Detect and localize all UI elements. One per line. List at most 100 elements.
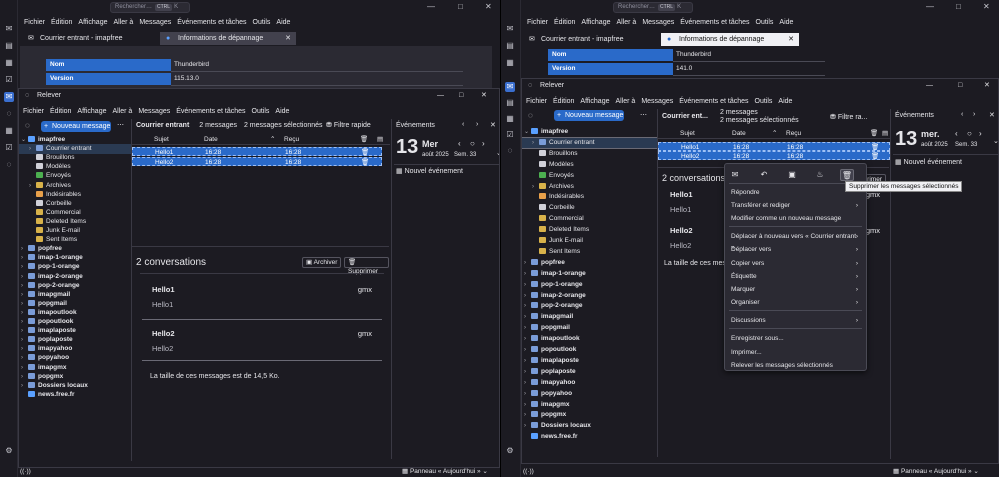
chat-icon[interactable]: ◌ <box>4 160 14 170</box>
chevron-right-icon[interactable]: › <box>524 258 531 268</box>
menu-outils[interactable]: Outils <box>252 108 270 115</box>
account-item[interactable]: › imap-1-orange <box>522 269 657 279</box>
close-icon[interactable]: ✕ <box>984 79 990 93</box>
chevron-right-icon[interactable]: › <box>524 400 531 410</box>
calendar-space-icon[interactable]: ▦ <box>4 58 14 68</box>
context-menu-item[interactable]: Déplacer vers › <box>731 244 860 255</box>
chevron-right-icon[interactable]: › <box>524 410 531 420</box>
tasks-space-icon[interactable]: ☑ <box>4 75 14 85</box>
account-item[interactable]: › imapgmx <box>522 400 657 410</box>
minimize-icon[interactable]: — <box>926 79 933 93</box>
delete-button[interactable]: 🗑 Supprimer <box>344 257 389 275</box>
quick-filter-button[interactable]: ⛃ Filtre rapide <box>326 119 371 133</box>
chevron-right-icon[interactable]: › <box>524 323 531 333</box>
menu-evenements[interactable]: Événements et tâches <box>679 98 748 105</box>
context-menu-item[interactable]: Déplacer à nouveau vers « Courrier entra… <box>731 231 860 251</box>
minimize-icon[interactable]: — <box>437 89 444 103</box>
chevron-right-icon[interactable]: › <box>524 421 531 431</box>
context-menu-item[interactable]: Discussions › <box>731 315 860 326</box>
get-messages-icon[interactable]: ◌ <box>25 121 30 130</box>
col-received[interactable]: Reçu <box>284 135 299 145</box>
new-event-button[interactable]: ▦ Nouvel événement <box>396 167 463 175</box>
close-pane-icon[interactable]: ✕ <box>989 111 995 119</box>
folder-item[interactable]: Brouillons <box>522 149 657 159</box>
context-menu-item[interactable]: Copier vers › <box>731 258 860 269</box>
next-day-icon[interactable]: › <box>482 139 485 148</box>
account-item[interactable]: › pop-2-orange <box>522 301 657 311</box>
col-subject[interactable]: Sujet <box>154 135 169 145</box>
chevron-right-icon[interactable]: › <box>524 378 531 388</box>
menu-aide[interactable]: Aide <box>276 19 290 26</box>
expand-icon[interactable]: ⌄ <box>993 137 998 145</box>
folder-item[interactable]: Modèles <box>522 160 657 170</box>
archive-icon[interactable]: ▣ <box>785 169 799 181</box>
account-item[interactable]: › pop-1-orange <box>522 280 657 290</box>
menu-messages[interactable]: Messages <box>641 98 673 105</box>
calendar-space-icon[interactable]: ▦ <box>505 58 515 68</box>
context-menu-item[interactable]: Étiquette › <box>731 271 860 282</box>
context-menu-item[interactable]: Répondre <box>731 187 860 198</box>
chevron-right-icon[interactable]: › <box>524 389 531 399</box>
menu-evenements[interactable]: Événements et tâches <box>176 108 245 115</box>
account-item[interactable]: › poplaposte <box>522 367 657 377</box>
trash-icon[interactable]: 🗑 <box>871 152 879 161</box>
prev-icon[interactable]: ‹ <box>462 121 464 128</box>
new-event-button[interactable]: ▦ Nouvel événement <box>895 158 962 166</box>
menu-aide[interactable]: Aide <box>275 108 289 115</box>
table-row[interactable]: Hello2 16:28 16:28 🗑 <box>658 151 890 160</box>
context-menu-item[interactable]: Relever les messages sélectionnés <box>731 360 860 371</box>
maximize-icon[interactable]: □ <box>956 2 961 11</box>
address-book-icon[interactable]: ▤ <box>505 98 515 108</box>
menu-aide[interactable]: Aide <box>778 98 792 105</box>
menu-affichage[interactable]: Affichage <box>77 108 106 115</box>
menu-edition[interactable]: Édition <box>51 19 72 26</box>
account-item[interactable]: › imaplaposte <box>522 356 657 366</box>
menu-aide[interactable]: Aide <box>779 19 793 26</box>
folder-item[interactable]: Commercial <box>522 214 657 224</box>
menu-aller[interactable]: Aller à <box>113 19 133 26</box>
tab-troubleshooting[interactable]: ● Informations de dépannage ✕ <box>160 32 296 45</box>
maximize-icon[interactable]: □ <box>459 89 463 103</box>
close-pane-icon[interactable]: ✕ <box>490 121 496 129</box>
chevron-right-icon[interactable]: › <box>524 312 531 322</box>
mail-space-icon[interactable]: ✉ <box>4 24 14 34</box>
quick-filter-button[interactable]: ⛃ Filtre ra... <box>830 113 867 121</box>
account-item[interactable]: › imapoutlook <box>522 334 657 344</box>
menu-messages[interactable]: Messages <box>138 108 170 115</box>
col-date[interactable]: Date <box>204 135 218 145</box>
trash-icon[interactable]: 🗑 <box>840 169 854 181</box>
address-book-icon[interactable]: ▤ <box>4 41 14 51</box>
settings-gear-icon[interactable]: ⚙ <box>505 446 515 456</box>
prev-day-icon[interactable]: ‹ <box>955 129 958 138</box>
context-menu-item[interactable]: Modifier comme un nouveau message <box>731 213 860 224</box>
tasks-icon[interactable]: ☑ <box>505 130 515 140</box>
menu-fichier[interactable]: Fichier <box>23 108 44 115</box>
context-menu-item[interactable]: Imprimer... <box>731 347 860 358</box>
archive-button[interactable]: ▣ Archiver <box>302 257 342 268</box>
chevron-right-icon[interactable]: › <box>524 280 531 290</box>
account-item[interactable]: › imapyahoo <box>522 378 657 388</box>
menu-aller[interactable]: Aller à <box>615 98 635 105</box>
settings-gear-icon[interactable]: ⚙ <box>4 446 14 456</box>
menu-edition[interactable]: Édition <box>553 98 574 105</box>
folder-item[interactable]: › Courrier entrant <box>522 136 658 149</box>
account-item[interactable]: › popfree <box>522 258 657 268</box>
reply-icon[interactable]: ✉ <box>728 169 742 181</box>
menu-aller[interactable]: Aller à <box>112 108 132 115</box>
tasks-icon[interactable]: ☑ <box>4 143 14 153</box>
chevron-right-icon[interactable]: › <box>524 291 531 301</box>
account-item[interactable]: news.free.fr <box>522 432 657 442</box>
chat-icon[interactable]: ◌ <box>505 146 515 156</box>
folder-item[interactable]: Corbeille <box>522 203 657 213</box>
calendar-icon[interactable]: ▦ <box>4 126 14 136</box>
col-date[interactable]: Date <box>732 129 746 139</box>
reply-all-icon[interactable]: ↶ <box>757 169 771 181</box>
col-received[interactable]: Reçu <box>786 129 801 139</box>
junk-icon[interactable]: ♨ <box>813 169 827 181</box>
col-subject[interactable]: Sujet <box>680 129 695 139</box>
menu-fichier[interactable]: Fichier <box>24 19 45 26</box>
menu-outils[interactable]: Outils <box>756 19 774 26</box>
chevron-right-icon[interactable]: › <box>524 356 531 366</box>
today-pane-toggle[interactable]: ▦ Panneau « Aujourd'hui » ⌄ <box>893 467 979 477</box>
account-item[interactable]: › popyahoo <box>522 389 657 399</box>
